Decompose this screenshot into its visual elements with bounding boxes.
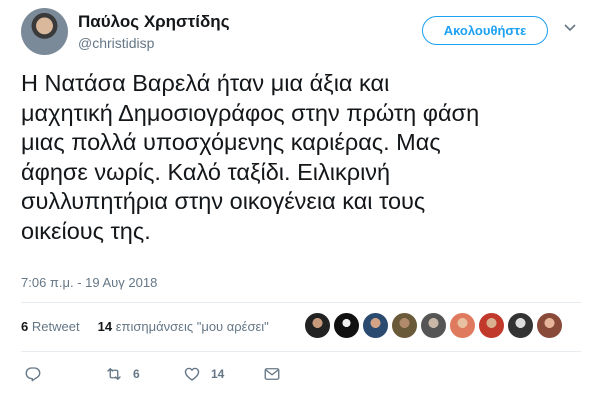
author-name[interactable]: Παύλος Χρηστίδης: [78, 12, 230, 32]
tweet-timestamp[interactable]: 7:06 π.μ. - 19 Αυγ 2018: [21, 275, 157, 290]
liker-avatar[interactable]: [333, 312, 360, 339]
retweet-action-count: 6: [133, 367, 140, 381]
likes-stat[interactable]: 14 επισημάνσεις "μου αρέσει": [98, 319, 269, 334]
follow-button[interactable]: Ακολουθήστε: [422, 16, 548, 45]
tweet-line: μαχητική Δημοσιογράφος στην πρώτη φάση: [21, 99, 480, 126]
tweet-line: άφησε νωρίς. Καλό ταξίδι. Ειλικρινή: [21, 158, 391, 185]
retweets-label: Retweet: [31, 319, 80, 334]
liker-avatar[interactable]: [478, 312, 505, 339]
divider: [21, 302, 581, 303]
heart-icon: [184, 367, 200, 381]
liker-avatar[interactable]: [536, 312, 563, 339]
retweets-stat[interactable]: 6 Retweet: [21, 319, 80, 334]
action-bar: 6 14: [21, 364, 321, 386]
reply-icon: [25, 367, 41, 382]
liker-avatar[interactable]: [449, 312, 476, 339]
tweet-text: Η Νατάσα Βαρελά ήταν μια άξια και μαχητι…: [21, 69, 581, 246]
tweet-line: μιας πολλά υποσχόμενης καριέρας. Μας: [21, 129, 441, 155]
author-avatar[interactable]: [21, 8, 68, 55]
like-action[interactable]: 14: [183, 364, 224, 384]
like-action-count: 14: [211, 367, 225, 381]
retweets-count: 6: [21, 319, 29, 334]
chevron-down-icon[interactable]: [562, 20, 578, 36]
retweet-action[interactable]: 6: [105, 364, 140, 384]
author-handle[interactable]: @christidisp: [78, 35, 154, 51]
liker-avatar[interactable]: [507, 312, 534, 339]
reply-action[interactable]: [24, 364, 42, 384]
tweet-line: Η Νατάσα Βαρελά ήταν μια άξια και: [21, 70, 390, 96]
dm-action[interactable]: [263, 364, 281, 384]
tweet-line: οικείους της.: [21, 217, 151, 244]
liker-avatar[interactable]: [420, 312, 447, 339]
retweet-icon: [107, 368, 121, 380]
liker-avatar[interactable]: [304, 312, 331, 339]
divider: [21, 351, 581, 352]
liker-avatar[interactable]: [391, 312, 418, 339]
likes-count: 14: [97, 319, 113, 334]
tweet-line: συλλυπητήρια στην οικογένεια και τους: [21, 188, 426, 214]
stats-bar: 6 Retweet 14 επισημάνσεις "μου αρέσει": [21, 319, 269, 334]
likes-label: επισημάνσεις "μου αρέσει": [115, 319, 269, 334]
envelope-icon: [264, 368, 280, 380]
liker-avatar[interactable]: [362, 312, 389, 339]
